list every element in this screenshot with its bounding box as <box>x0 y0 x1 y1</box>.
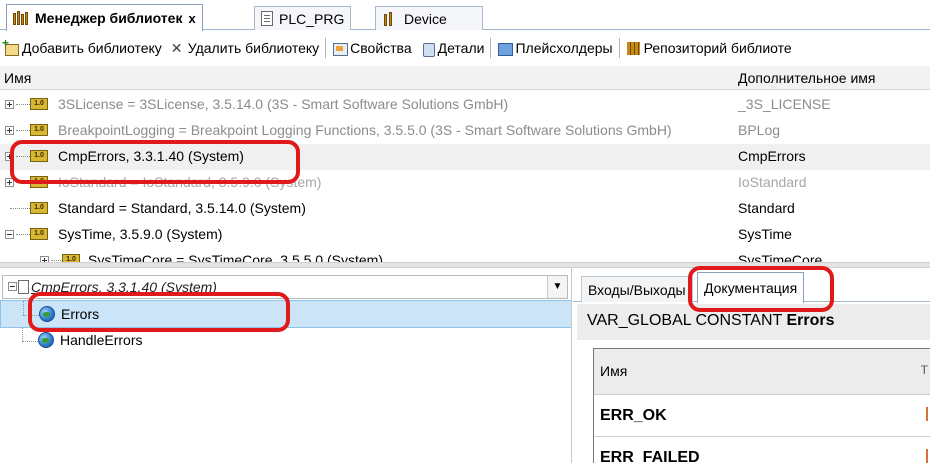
library-version-icon: 1.0 <box>30 98 48 110</box>
editor-tab-strip: Менеджер библиотек x PLC_PRG Device <box>0 0 930 31</box>
toolbar-separator <box>490 38 492 58</box>
repository-icon <box>626 41 641 56</box>
cell-overflow-marker <box>926 449 928 463</box>
tab-inputs-outputs[interactable]: Входы/Выходы <box>581 276 693 302</box>
library-toolbar: Добавить библиотеку Удалить библиотеку С… <box>0 31 930 65</box>
library-icon <box>13 11 29 25</box>
tree-connector <box>10 208 30 209</box>
table-row: ERR_OK <box>594 395 930 437</box>
library-version-icon: 1.0 <box>62 254 80 262</box>
constant-name: ERR_FAILED <box>600 449 700 463</box>
library-file-icon <box>18 280 29 294</box>
properties-button[interactable]: Свойства <box>328 35 415 61</box>
expand-icon[interactable] <box>5 100 14 109</box>
tab-library-manager[interactable]: Менеджер библиотек x <box>6 4 203 31</box>
library-alias: BPLog <box>738 122 781 138</box>
details-label: Детали <box>437 40 485 56</box>
remove-library-label: Удалить библиотеку <box>187 40 320 56</box>
delete-icon <box>170 40 185 57</box>
add-library-icon <box>2 36 19 56</box>
close-tab-icon[interactable]: x <box>188 11 195 26</box>
cell-overflow-marker <box>926 407 928 421</box>
tab-label: PLC_PRG <box>279 10 345 27</box>
column-header-alias[interactable]: Дополнительное имя <box>738 70 875 86</box>
library-version-icon: 1.0 <box>30 228 48 240</box>
tree-connector <box>51 260 61 261</box>
library-version-icon: 1.0 <box>30 202 48 214</box>
tab-device[interactable]: Device <box>375 6 483 30</box>
library-row-systimecore[interactable]: 1.0 SysTimeCore = SysTimeCore, 3.5.5.0 (… <box>0 248 930 262</box>
details-icon <box>420 41 435 57</box>
repository-label: Репозиторий библиоте <box>643 40 792 56</box>
library-row-systime[interactable]: 1.0 SysTime, 3.5.9.0 (System) SysTime <box>0 222 930 248</box>
library-row-3slicense[interactable]: 1.0 3SLicense = 3SLicense, 3.5.14.0 (3S … <box>0 92 930 118</box>
tab-label: Менеджер библиотек <box>35 10 183 26</box>
tree-item-label: HandleErrors <box>60 332 143 348</box>
library-name: BreakpointLogging = Breakpoint Logging F… <box>58 122 672 138</box>
properties-label: Свойства <box>350 40 412 56</box>
toolbar-separator <box>325 38 327 58</box>
library-list-header: Имя Дополнительное имя <box>0 66 930 90</box>
tree-connector <box>22 327 23 341</box>
library-alias: SysTimeCore <box>738 252 823 262</box>
add-library-label: Добавить библиотеку <box>22 40 162 56</box>
global-variables-icon <box>38 332 54 348</box>
library-name: 3SLicense = 3SLicense, 3.5.14.0 (3S - Sm… <box>58 96 509 112</box>
library-row-standard[interactable]: 1.0 Standard = Standard, 3.5.14.0 (Syste… <box>0 196 930 222</box>
library-alias: IoStandard <box>738 174 807 190</box>
declaration-name: Errors <box>786 312 835 329</box>
documentation-table: Имя T ERR_OK ERR_FAILED <box>593 348 930 463</box>
dropdown-arrow-icon[interactable]: ▼ <box>547 276 567 298</box>
collapse-icon[interactable] <box>8 282 17 291</box>
document-icon <box>261 11 273 26</box>
tab-plc-prg[interactable]: PLC_PRG <box>254 6 352 30</box>
tree-connector <box>16 130 30 131</box>
highlight-annotation-cmperrors <box>10 140 300 184</box>
library-alias: CmpErrors <box>738 148 806 164</box>
collapse-icon[interactable] <box>5 230 14 239</box>
library-version-icon: 1.0 <box>30 124 48 136</box>
placeholders-icon <box>497 41 514 56</box>
library-alias: SysTime <box>738 226 792 242</box>
add-library-button[interactable]: Добавить библиотеку <box>0 35 166 61</box>
toolbar-separator <box>618 38 620 58</box>
repository-button[interactable]: Репозиторий библиоте <box>622 35 796 61</box>
properties-icon <box>332 41 349 56</box>
placeholders-button[interactable]: Плейсхолдеры <box>493 35 616 61</box>
table-header: Имя T <box>594 349 930 395</box>
details-button[interactable]: Детали <box>416 35 489 61</box>
tab-label: Входы/Выходы <box>588 281 686 298</box>
declaration-keyword: VAR_GLOBAL CONSTANT <box>587 312 783 329</box>
library-name: SysTime, 3.5.9.0 (System) <box>58 226 223 242</box>
constant-name: ERR_OK <box>600 407 667 424</box>
placeholders-label: Плейсхолдеры <box>515 40 613 56</box>
column-header-name[interactable]: Имя <box>4 70 31 86</box>
library-name: Standard = Standard, 3.5.14.0 (System) <box>58 200 306 216</box>
tree-connector <box>22 341 38 342</box>
highlight-annotation-errors <box>28 292 290 332</box>
expand-icon[interactable] <box>5 126 14 135</box>
library-alias: _3S_LICENSE <box>738 96 831 112</box>
tree-connector <box>16 234 30 235</box>
table-row: ERR_FAILED <box>594 437 930 463</box>
tree-connector <box>23 301 24 315</box>
highlight-annotation-documentation-tab <box>688 266 834 312</box>
tree-connector <box>16 104 30 105</box>
library-alias: Standard <box>738 200 795 216</box>
column-header-name: Имя <box>600 363 628 379</box>
tab-label: Device <box>404 10 447 27</box>
device-icon <box>382 11 398 26</box>
column-header-type: T <box>920 363 928 377</box>
remove-library-button[interactable]: Удалить библиотеку <box>166 35 323 61</box>
library-name: SysTimeCore = SysTimeCore, 3.5.5.0 (Syst… <box>88 252 383 262</box>
